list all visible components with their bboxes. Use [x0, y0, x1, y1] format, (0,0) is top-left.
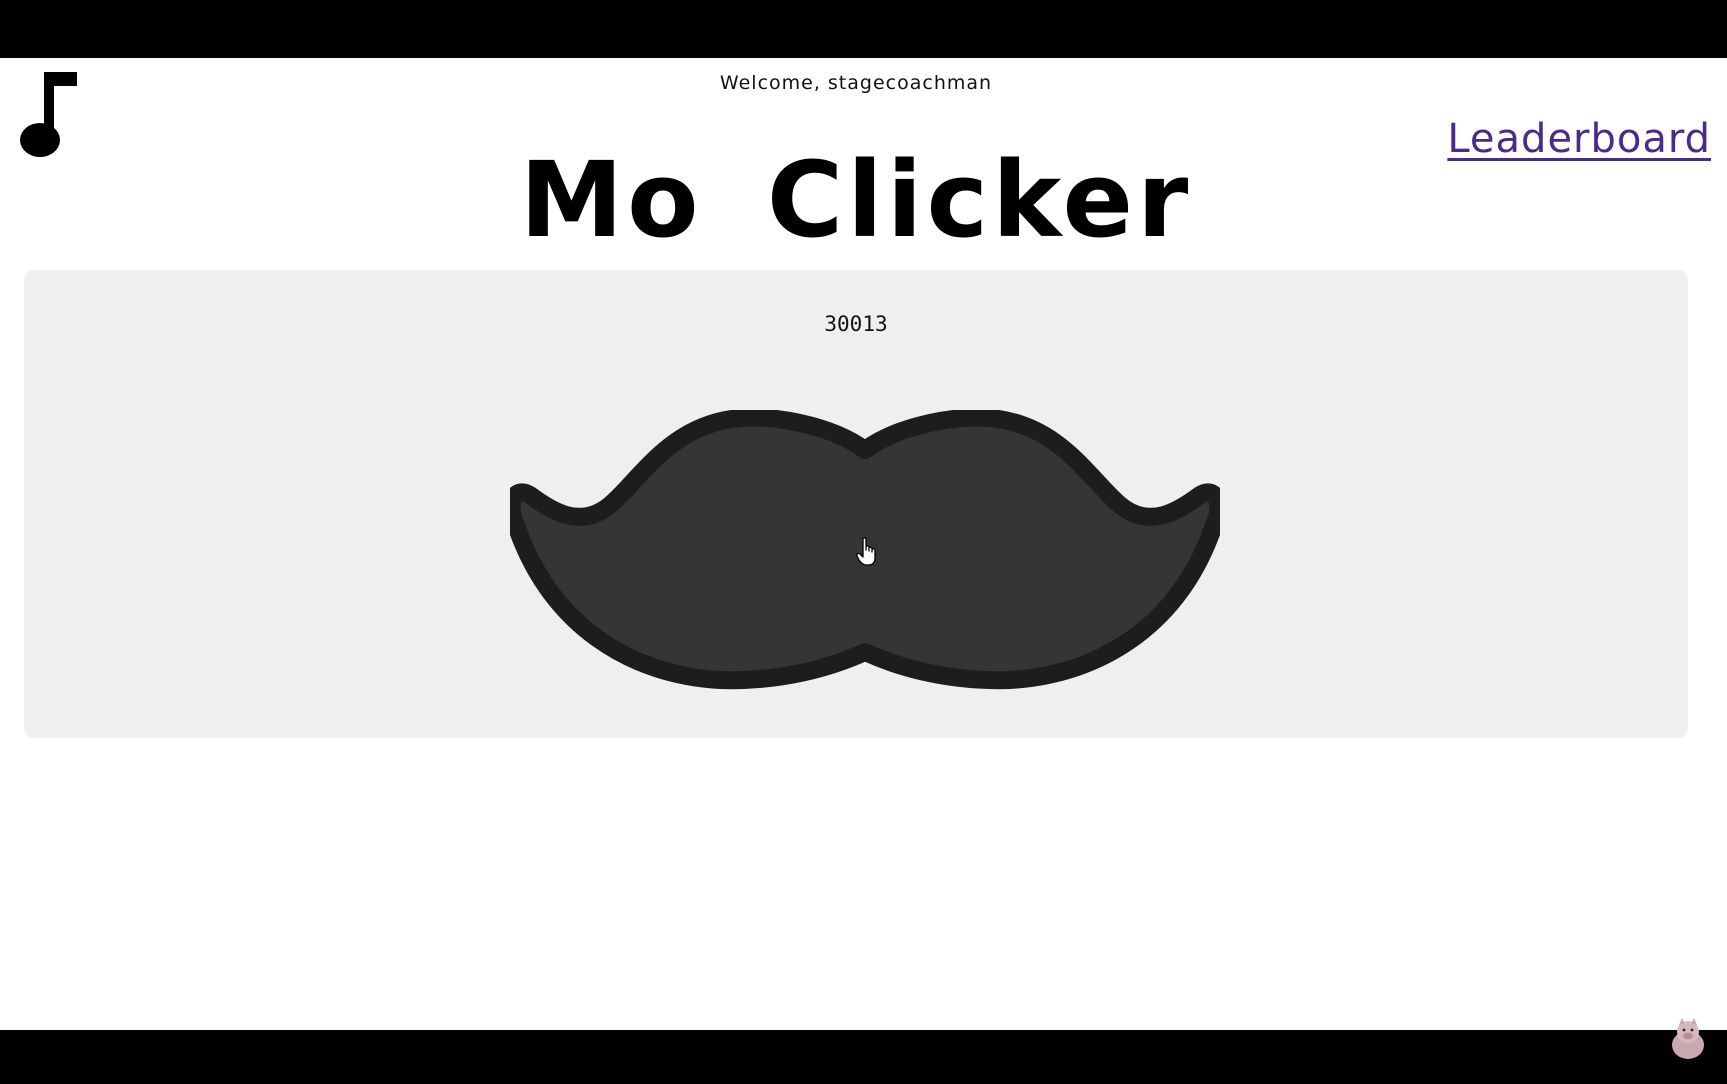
bottom-letterbox-bar — [0, 1030, 1727, 1084]
click-counter: 30013 — [824, 312, 888, 336]
pig-mascot-icon — [1672, 1018, 1704, 1059]
page-title: Mo Clicker — [519, 139, 1193, 261]
clicker-panel: 30013 — [24, 270, 1688, 738]
page: Welcome, stagecoachman Leaderboard Mo Cl… — [0, 58, 1727, 1030]
mustache-clicker-button[interactable] — [502, 408, 1228, 710]
top-letterbox-bar — [0, 0, 1727, 58]
mustache-icon — [502, 408, 1228, 690]
welcome-message: Welcome, stagecoachman — [719, 72, 993, 94]
